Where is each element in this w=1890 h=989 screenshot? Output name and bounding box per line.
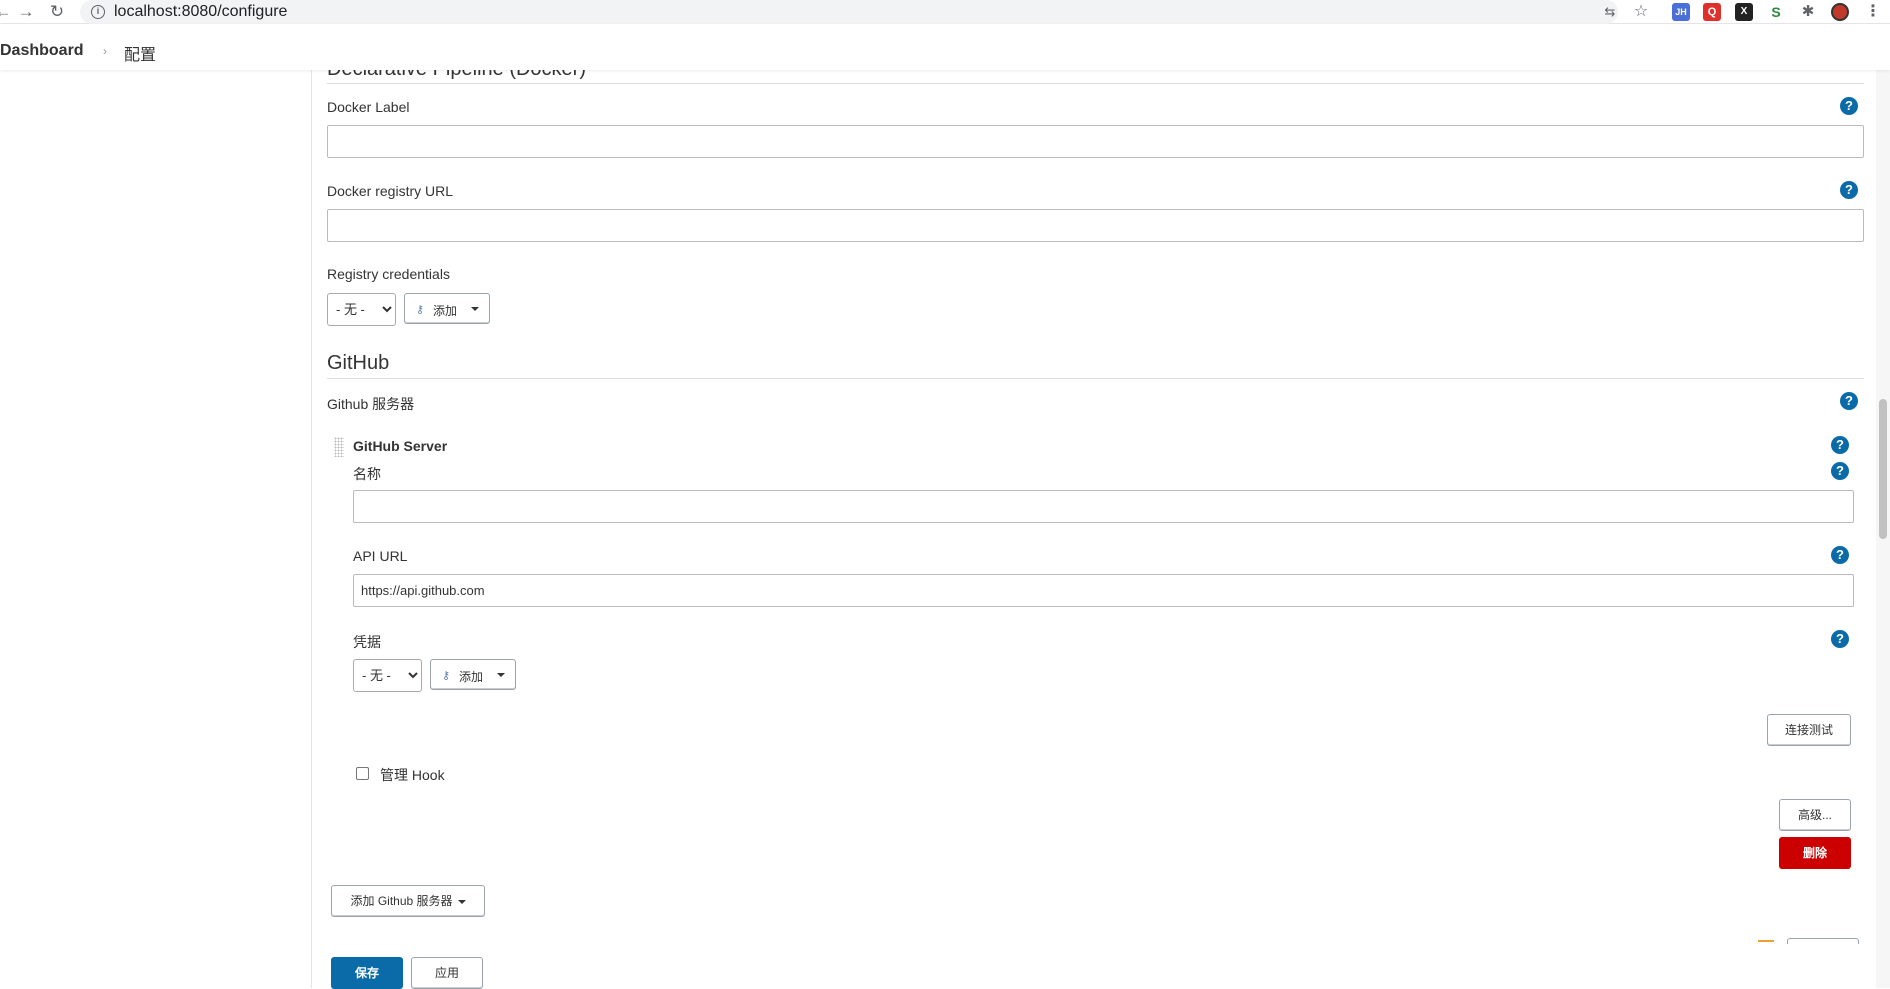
partial-indicator [1758, 940, 1774, 942]
breadcrumb-chevron-icon: › [103, 44, 107, 58]
browser-menu-icon[interactable]: ⋮ [1864, 3, 1882, 21]
manage-hook-label[interactable]: 管理 Hook [380, 765, 445, 785]
github-servers-help-icon[interactable]: ? [1840, 392, 1858, 410]
test-connection-button[interactable]: 连接测试 [1767, 714, 1851, 746]
docker-registry-url-input[interactable] [327, 209, 1864, 242]
registry-credentials-add-button[interactable]: ⚷ 添加 [404, 293, 490, 324]
drag-handle[interactable] [334, 437, 344, 457]
registry-credentials-select[interactable]: - 无 - [327, 293, 396, 326]
translate-icon[interactable]: ⇆ [1601, 3, 1619, 21]
advanced-button[interactable]: 高级... [1779, 799, 1851, 831]
key-icon: ⚷ [416, 304, 425, 316]
back-icon[interactable]: ← [0, 2, 12, 22]
browser-toolbar: ← → ↻ i localhost:8080/configure ⇆ ☆ JH … [0, 0, 1890, 24]
api-url-label: API URL [353, 548, 408, 564]
section-divider [327, 378, 1864, 379]
docker-label-help-icon[interactable]: ? [1840, 97, 1858, 115]
credentials-select[interactable]: - 无 - [353, 659, 422, 692]
breadcrumb: Dashboard › 配置 [0, 24, 1890, 70]
extension-x-icon[interactable]: X [1735, 3, 1753, 21]
address-bar[interactable] [80, 0, 1618, 24]
extensions-puzzle-icon[interactable]: ✱ [1799, 3, 1817, 21]
apply-button[interactable]: 应用 [411, 957, 483, 989]
extension-s-icon[interactable]: S [1767, 3, 1785, 21]
docker-label-input[interactable] [327, 125, 1864, 158]
credentials-help-icon[interactable]: ? [1831, 630, 1849, 648]
docker-label-label: Docker Label [327, 99, 410, 115]
sidebar-divider [311, 70, 312, 988]
bookmark-star-icon[interactable]: ☆ [1632, 3, 1650, 21]
section-divider [327, 83, 1864, 84]
caret-down-icon [457, 899, 466, 904]
extension-q-icon[interactable]: Q [1703, 3, 1721, 21]
extension-jh-icon[interactable]: JH [1672, 3, 1690, 21]
add-button-label: 添加 [433, 304, 458, 318]
caret-down-icon [471, 307, 479, 311]
credentials-add-button[interactable]: ⚷ 添加 [430, 659, 516, 690]
reload-icon[interactable]: ↻ [48, 2, 66, 22]
add-button-label: 添加 [459, 670, 484, 684]
url-text[interactable]: localhost:8080/configure [114, 3, 287, 21]
site-info-icon[interactable]: i [91, 5, 105, 19]
registry-credentials-label: Registry credentials [327, 266, 450, 282]
api-url-input[interactable] [353, 574, 1854, 607]
docker-registry-url-label: Docker registry URL [327, 183, 454, 199]
add-github-server-label: 添加 Github 服务器 [350, 894, 453, 908]
server-name-label: 名称 [353, 466, 381, 482]
add-github-server-button[interactable]: 添加 Github 服务器 [331, 885, 485, 917]
delete-button[interactable]: 删除 [1779, 837, 1851, 869]
forward-icon[interactable]: → [17, 2, 35, 22]
caret-down-icon [497, 673, 505, 677]
partial-button [1787, 938, 1859, 944]
save-button[interactable]: 保存 [331, 957, 403, 989]
section-title-github: GitHub [327, 352, 390, 374]
manage-hook-checkbox[interactable] [356, 767, 369, 780]
page-scrollbar[interactable] [1876, 24, 1890, 988]
server-name-help-icon[interactable]: ? [1831, 462, 1849, 480]
key-icon: ⚷ [442, 670, 451, 682]
profile-avatar[interactable] [1831, 3, 1849, 21]
scrollbar-thumb[interactable] [1879, 399, 1887, 539]
breadcrumb-dashboard-link[interactable]: Dashboard [0, 42, 84, 60]
api-url-help-icon[interactable]: ? [1831, 546, 1849, 564]
server-name-input[interactable] [353, 490, 1854, 523]
docker-registry-url-help-icon[interactable]: ? [1840, 181, 1858, 199]
github-server-header: GitHub Server [353, 438, 448, 454]
breadcrumb-current[interactable]: 配置 [124, 41, 156, 65]
github-server-help-icon[interactable]: ? [1831, 436, 1849, 454]
github-servers-label: Github 服务器 [327, 396, 415, 412]
credentials-label: 凭据 [353, 634, 381, 650]
